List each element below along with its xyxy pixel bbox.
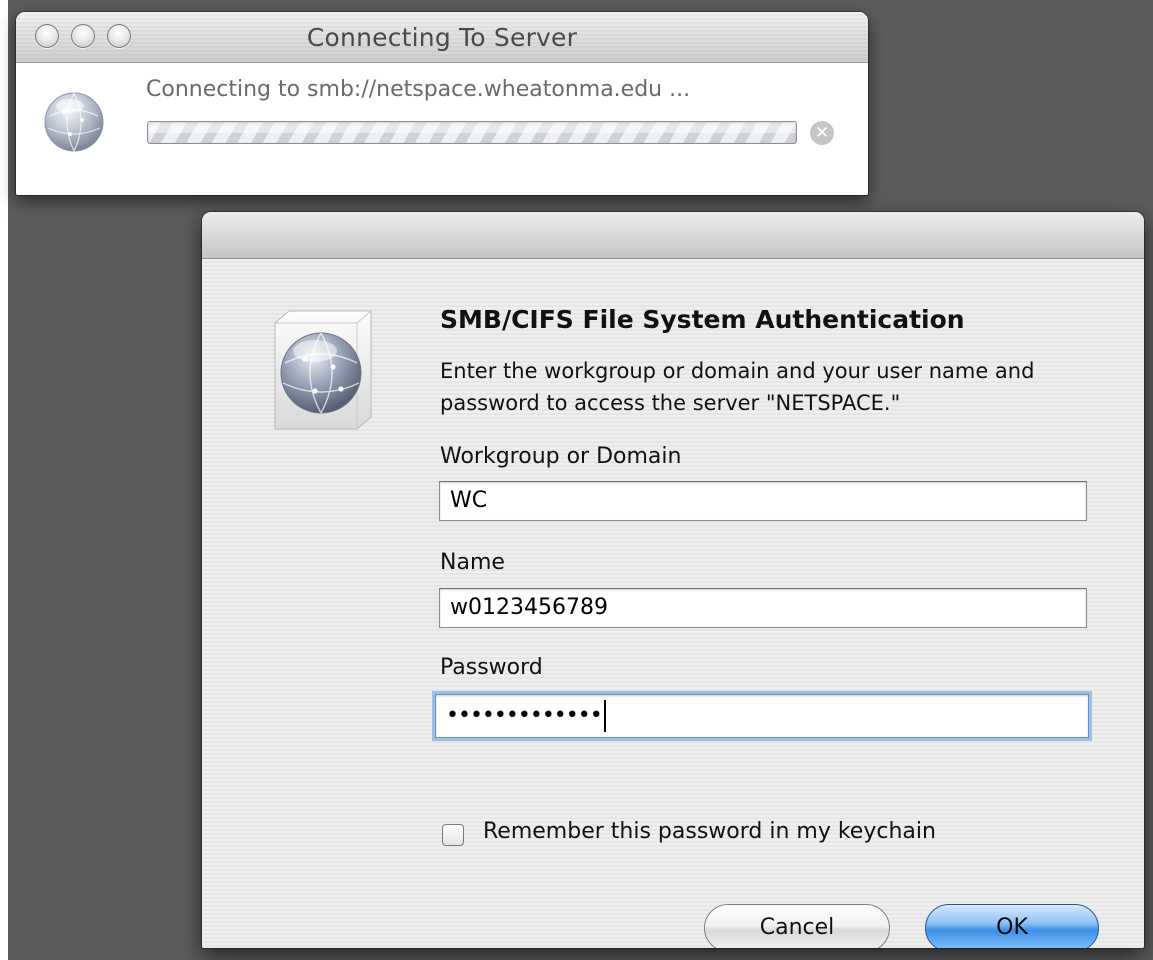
name-label: Name (440, 550, 505, 575)
connecting-window-title: Connecting To Server (306, 23, 578, 52)
stop-x-icon[interactable]: ✕ (810, 121, 834, 145)
connecting-window: Connecting To Server Connecting to smb:/… (16, 12, 868, 195)
dialog-description: Enter the workgroup or domain and your u… (440, 359, 1035, 415)
authentication-dialog-titlebar[interactable] (202, 212, 1144, 259)
text-caret (603, 700, 606, 732)
connection-progress-bar (147, 121, 797, 144)
authentication-dialog-body: SMB/CIFS File System Authentication Ente… (202, 259, 1144, 948)
workgroup-field[interactable]: WC (439, 481, 1087, 521)
ok-button[interactable]: OK (925, 904, 1099, 948)
workgroup-label: Workgroup or Domain (440, 444, 682, 469)
password-field[interactable]: ••••••••••••• (435, 694, 1089, 738)
network-globe-box-icon (274, 310, 372, 430)
network-globe-icon (44, 92, 104, 152)
connecting-message: Connecting to smb://netspace.wheatonma.e… (146, 77, 691, 102)
password-label: Password (440, 655, 543, 680)
authentication-dialog: SMB/CIFS File System Authentication Ente… (202, 212, 1144, 948)
name-field[interactable]: w0123456789 (439, 588, 1087, 628)
connecting-window-titlebar[interactable]: Connecting To Server (16, 12, 868, 63)
dialog-heading: SMB/CIFS File System Authentication (440, 305, 965, 334)
password-masked-value: ••••••••••••• (446, 703, 603, 728)
remember-password-label[interactable]: Remember this password in my keychain (483, 819, 936, 844)
connecting-window-body: Connecting to smb://netspace.wheatonma.e… (16, 63, 868, 195)
remember-password-checkbox[interactable] (442, 824, 464, 846)
cancel-button[interactable]: Cancel (704, 904, 890, 948)
